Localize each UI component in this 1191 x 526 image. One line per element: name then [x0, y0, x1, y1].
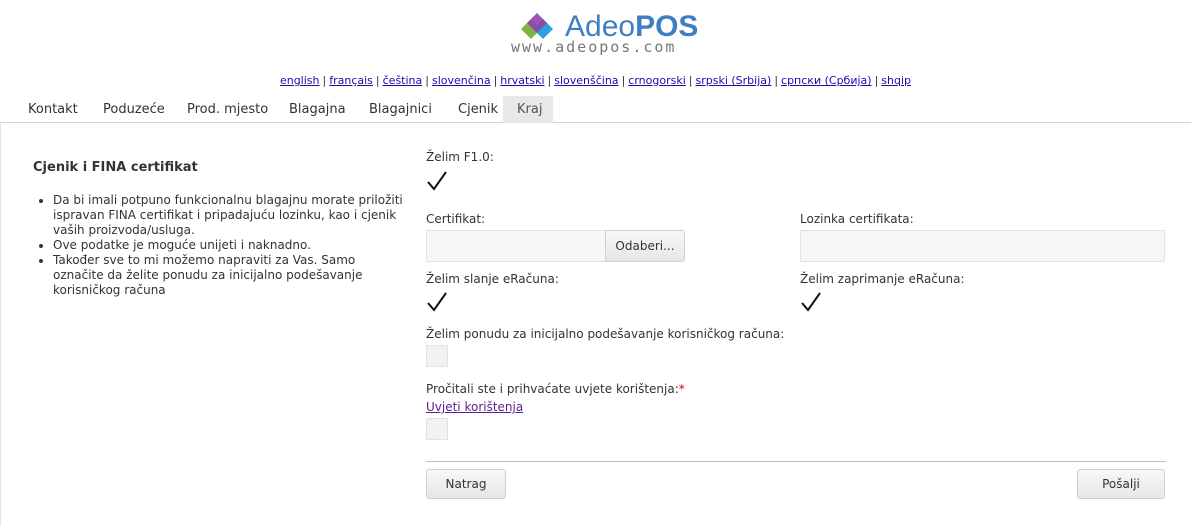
tab-prod-mjesto[interactable]: Prod. mjesto — [173, 96, 282, 123]
content-left-border — [0, 123, 1, 526]
language-bar: english | français | čeština | slovenčina | hrva… — [279, 74, 912, 87]
lang-link-francais[interactable]: français — [329, 74, 373, 87]
certificate-password-input[interactable] — [800, 230, 1165, 262]
certificate-label: Certifikat: — [426, 212, 486, 226]
tab-cjenik[interactable]: Cjenik — [444, 96, 512, 123]
lang-link-slovenscina[interactable]: slovenščina — [554, 74, 618, 87]
lang-link-shqip[interactable]: shqip — [881, 74, 911, 87]
tab-blagajna[interactable]: Blagajna — [275, 96, 360, 123]
info-bullet: Također sve to mi možemo napraviti za Va… — [53, 253, 403, 298]
receive-einvoice-label: Želim zaprimanje eRačuna: — [800, 272, 965, 286]
lang-link-slovencina[interactable]: slovenčina — [432, 74, 491, 87]
tab-kraj[interactable]: Kraj — [503, 96, 553, 123]
info-bullet: Ove podatke je moguće unijeti i naknadno… — [53, 238, 403, 253]
required-marker: * — [678, 382, 685, 396]
lang-link-srpski-cyrillic[interactable]: српски (Србија) — [781, 74, 872, 87]
adeopos-logo: AdeoPOS www.adeopos.com — [505, 8, 705, 56]
lang-link-english[interactable]: english — [280, 74, 320, 87]
send-einvoice-label: Želim slanje eRačuna: — [426, 272, 559, 286]
terms-link[interactable]: Uvjeti korištenja — [426, 400, 523, 414]
tab-poduzece[interactable]: Poduzeće — [89, 96, 179, 123]
tab-kontakt[interactable]: Kontakt — [14, 96, 92, 123]
lang-link-crnogorski[interactable]: crnogorski — [628, 74, 685, 87]
f10-label: Želim F1.0: — [426, 150, 494, 164]
lang-link-cestina[interactable]: čeština — [383, 74, 423, 87]
offer-checkbox[interactable] — [426, 345, 448, 367]
choose-certificate-button[interactable]: Odaberi... — [605, 230, 685, 262]
tab-blagajnici[interactable]: Blagajnici — [355, 96, 446, 123]
checkmark-icon — [801, 292, 821, 312]
form-divider — [426, 461, 1166, 462]
terms-checkbox[interactable] — [426, 418, 448, 440]
logo-url: www.adeopos.com — [511, 38, 677, 56]
checkmark-icon — [427, 171, 447, 191]
receive-einvoice-checkbox[interactable] — [800, 291, 822, 313]
terms-label: Pročitali ste i prihvaćate uvjete korišt… — [426, 382, 685, 396]
back-button[interactable]: Natrag — [426, 469, 506, 499]
certificate-password-label: Lozinka certifikata: — [800, 212, 914, 226]
send-einvoice-checkbox[interactable] — [426, 291, 448, 313]
info-bullet: Da bi imali potpuno funkcionalnu blagajn… — [53, 193, 403, 238]
info-title: Cjenik i FINA certifikat — [33, 160, 198, 175]
certificate-file-field[interactable] — [426, 230, 605, 262]
wizard-tabs: Kontakt Poduzeće Prod. mjesto Blagajna B… — [0, 96, 1191, 123]
info-list: Da bi imali potpuno funkcionalnu blagajn… — [33, 193, 403, 298]
send-button[interactable]: Pošalji — [1077, 469, 1165, 499]
info-panel: Cjenik i FINA certifikat Da bi imali pot… — [33, 160, 403, 298]
lang-link-hrvatski[interactable]: hrvatski — [500, 74, 544, 87]
lang-link-srpski-latin[interactable]: srpski (Srbija) — [695, 74, 771, 87]
f10-checkbox[interactable] — [426, 170, 448, 192]
offer-label: Želim ponudu za inicijalno podešavanje k… — [426, 327, 785, 341]
checkmark-icon — [427, 292, 447, 312]
